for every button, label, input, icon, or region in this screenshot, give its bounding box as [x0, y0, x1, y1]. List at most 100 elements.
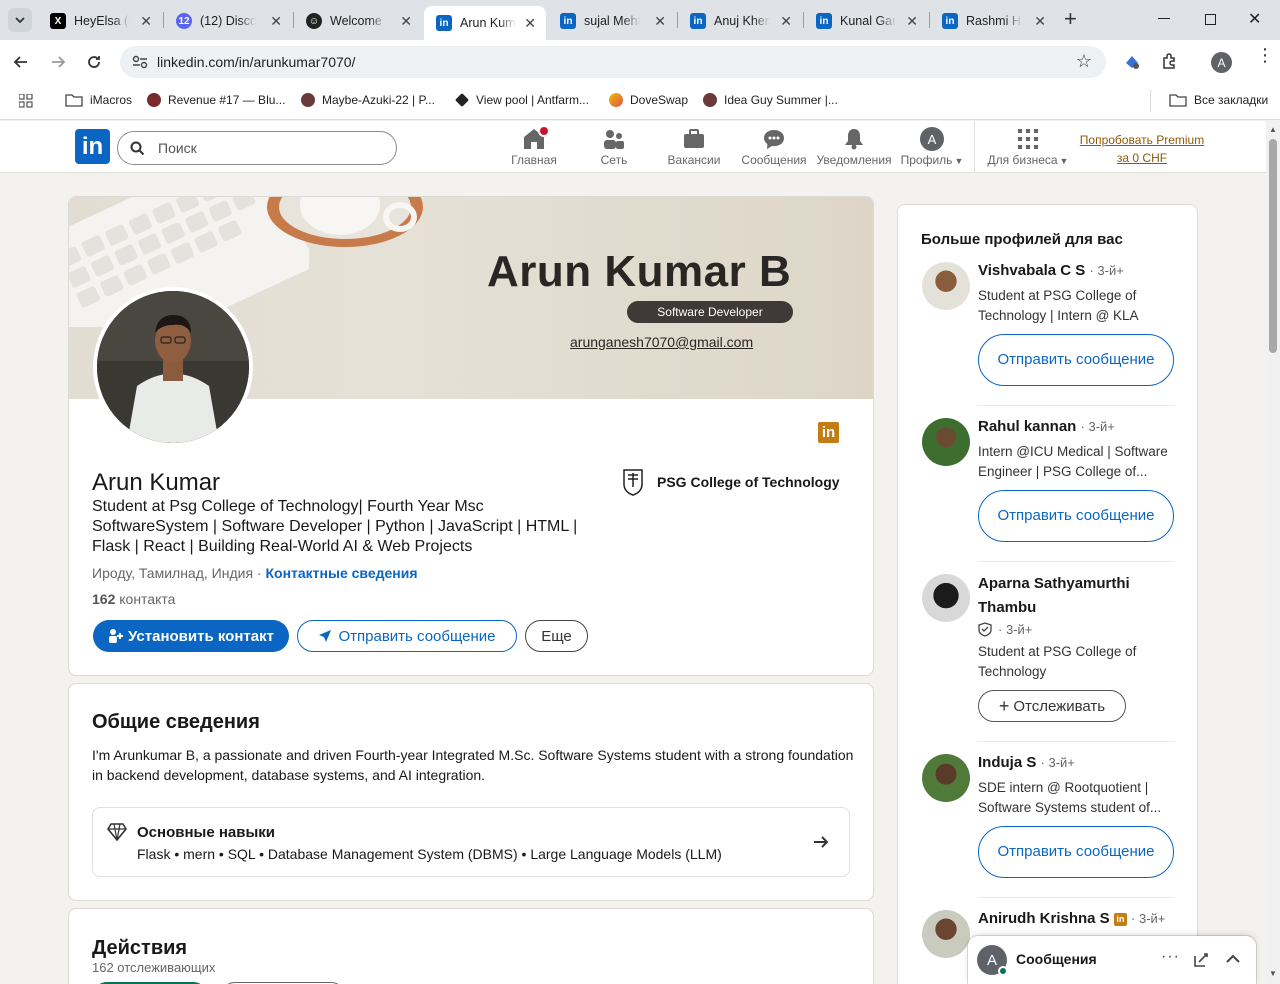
nav-network[interactable]: Сеть [574, 127, 654, 167]
chevron-up-icon[interactable] [1225, 953, 1241, 965]
close-icon[interactable]: ✕ [140, 13, 152, 30]
avatar[interactable] [922, 262, 970, 310]
top-skills-box[interactable]: Основные навыки Flask • mern • SQL • Dat… [92, 807, 850, 877]
suggested-profile[interactable]: Rahul kannan · 3-й+ Intern @ICU Medical … [922, 418, 1174, 562]
profile-headline: Student at Psg College of Technology| Fo… [92, 498, 578, 555]
page-scrollbar[interactable]: ▲ ▼ [1266, 121, 1280, 984]
close-icon[interactable]: ✕ [400, 13, 412, 30]
compose-icon[interactable] [1193, 952, 1209, 968]
bookmark-item[interactable]: View pool | Antfarm... [455, 93, 589, 107]
avatar-favicon-icon: ☺ [306, 13, 322, 29]
search-box[interactable]: Поиск [117, 131, 397, 165]
apps-grid-icon[interactable] [19, 94, 33, 108]
bookmark-item[interactable]: DoveSwap [609, 93, 688, 107]
avatar-initial: A [927, 131, 937, 147]
scroll-down-arrow[interactable]: ▼ [1269, 969, 1277, 978]
message-label: Отправить сообщение [338, 627, 496, 645]
contact-info-link[interactable]: Контактные сведения [265, 565, 417, 581]
profile-name[interactable]: Anirudh Krishna S in · 3-й+ [978, 910, 1165, 927]
profile-headline: SDE intern @ Rootquotient | Software Sys… [978, 780, 1162, 815]
premium-link[interactable]: Попробовать Premium за 0 CHF [1076, 131, 1208, 167]
nav-home[interactable]: Главная [494, 125, 574, 167]
extension-icon[interactable] [1123, 53, 1141, 71]
connect-button[interactable]: Установить контакт [93, 620, 289, 652]
nav-jobs[interactable]: Вакансии [654, 127, 734, 167]
follow-button[interactable]: + Отслеживать [978, 690, 1126, 722]
suggested-profile[interactable]: Induja S · 3-й+ SDE intern @ Rootquotien… [922, 754, 1174, 898]
bookmark-item[interactable]: Idea Guy Summer |... [703, 93, 838, 107]
nav-messaging[interactable]: Сообщения [734, 127, 814, 167]
omnibox[interactable]: linkedin.com/in/arunkumar7070/ ☆ [120, 46, 1106, 78]
browser-profile-avatar[interactable]: A [1211, 52, 1232, 73]
forward-arrow-icon[interactable] [50, 54, 66, 70]
profile-photo[interactable] [93, 287, 253, 447]
close-icon[interactable]: ✕ [654, 13, 666, 30]
scroll-up-arrow[interactable]: ▲ [1269, 125, 1277, 134]
nav-notifications[interactable]: Уведомления [814, 127, 894, 167]
nav-label: Уведомления [816, 153, 892, 167]
browser-tab-bar: X HeyElsa (@ ✕ 12 (12) Discor ✕ ☺ Welcom… [0, 0, 1280, 40]
more-button[interactable]: Еще [525, 620, 588, 652]
bell-icon [845, 129, 863, 150]
browser-tab[interactable]: ☺ Welcome t ✕ [294, 6, 422, 36]
arrow-right-icon[interactable] [813, 835, 829, 849]
linkedin-global-nav: in Поиск Главная Сеть Вакансии Сообщения… [0, 121, 1266, 173]
restore-button[interactable] [1205, 14, 1216, 25]
messaging-overlay[interactable]: A Сообщения ··· [968, 936, 1256, 984]
bookmark-star-icon[interactable]: ☆ [1076, 51, 1092, 72]
message-button[interactable]: Отправить сообщение [978, 490, 1174, 542]
profile-name[interactable]: Induja S · 3-й+ [978, 754, 1075, 771]
browser-tab[interactable]: in Rashmi He ✕ [930, 6, 1056, 36]
new-tab-button[interactable]: + [1064, 8, 1077, 30]
messaging-label: Сообщения [1016, 951, 1097, 967]
browser-tab[interactable]: in Anuj Khen ✕ [678, 6, 802, 36]
browser-tab[interactable]: 12 (12) Discor ✕ [164, 6, 292, 36]
avatar[interactable] [922, 754, 970, 802]
puzzle-extensions-icon[interactable] [1160, 53, 1178, 71]
browser-tab[interactable]: X HeyElsa (@ ✕ [38, 6, 162, 36]
site-info-icon[interactable] [132, 55, 148, 69]
close-icon[interactable]: ✕ [270, 13, 282, 30]
scrollbar-thumb[interactable] [1269, 139, 1277, 353]
browser-tab[interactable]: in sujal Meht ✕ [548, 6, 676, 36]
suggested-profile[interactable]: Vishvabala C S · 3-й+ Student at PSG Col… [922, 262, 1174, 406]
nav-for-business[interactable]: Для бизнеса ▼ [983, 127, 1073, 167]
avatar[interactable] [922, 574, 970, 622]
bookmark-imacros[interactable]: iMacros [65, 93, 132, 107]
minimize-button[interactable] [1158, 18, 1170, 19]
message-button[interactable]: Отправить сообщение [297, 620, 517, 652]
close-icon[interactable]: ✕ [1034, 13, 1046, 30]
close-window-button[interactable]: ✕ [1248, 9, 1261, 29]
profile-name[interactable]: Vishvabala C S · 3-й+ [978, 262, 1124, 279]
all-bookmarks[interactable]: Все закладки [1169, 93, 1268, 107]
send-plane-icon [319, 630, 332, 642]
briefcase-icon [684, 129, 704, 148]
browser-tab[interactable]: in Kunal Gan ✕ [804, 6, 928, 36]
profile-photo-illustration [97, 291, 249, 443]
message-button[interactable]: Отправить сообщение [978, 826, 1174, 878]
profile-name[interactable]: Aparna Sathyamurthi Thambu [978, 572, 1168, 620]
diamond-icon [107, 823, 127, 841]
reload-icon[interactable] [86, 54, 102, 70]
url-text[interactable]: linkedin.com/in/arunkumar7070/ [157, 54, 355, 70]
nav-profile-menu[interactable]: A Профиль ▼ [892, 127, 972, 167]
bookmark-item[interactable]: Revenue #17 — Blu... [147, 93, 285, 107]
education-link[interactable]: PSG College of Technology [621, 467, 840, 497]
suggested-profile[interactable]: Aparna Sathyamurthi Thambu · 3-й+ Studen… [922, 572, 1174, 742]
profile-name[interactable]: Rahul kannan · 3-й+ [978, 418, 1115, 435]
browser-tab-active[interactable]: in Arun Kuma ✕ [424, 6, 546, 40]
bookmark-item[interactable]: Maybe-Azuki-22 | P... [301, 93, 435, 107]
avatar[interactable] [922, 418, 970, 466]
back-arrow-icon[interactable] [13, 54, 29, 70]
message-button[interactable]: Отправить сообщение [978, 334, 1174, 386]
more-options-icon[interactable]: ··· [1161, 948, 1180, 966]
close-icon[interactable]: ✕ [780, 13, 792, 30]
linkedin-logo[interactable]: in [75, 129, 110, 164]
search-input[interactable]: Поиск [158, 140, 197, 156]
tab-search-button[interactable] [8, 8, 32, 32]
close-icon[interactable]: ✕ [906, 13, 918, 30]
close-icon[interactable]: ✕ [524, 15, 536, 32]
avatar[interactable] [922, 910, 970, 958]
profile-headline: Student at PSG College of Technology [978, 644, 1137, 679]
browser-menu-icon[interactable]: ⋮ [1256, 46, 1274, 64]
